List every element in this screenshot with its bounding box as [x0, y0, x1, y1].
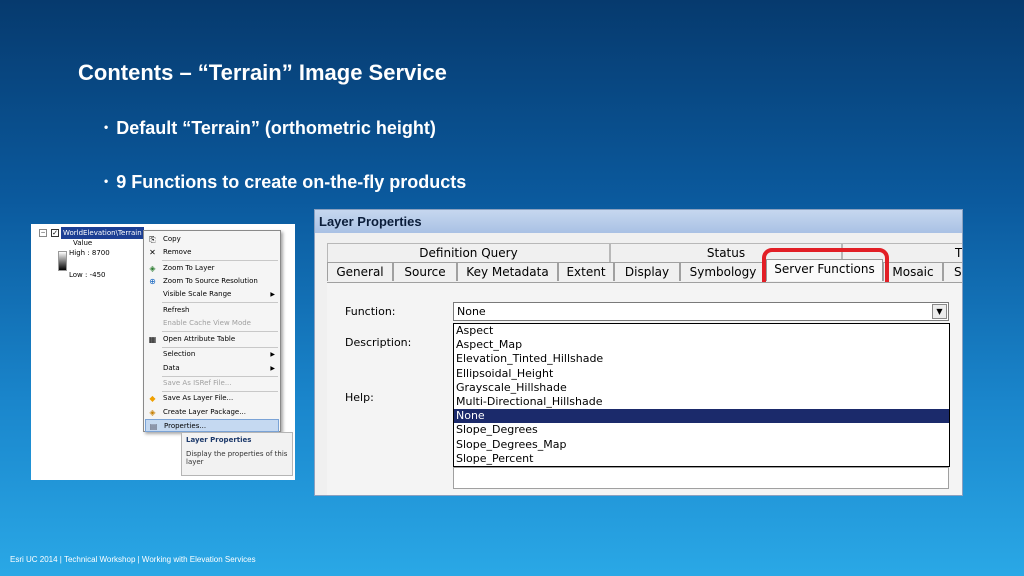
tab-mosaic[interactable]: Mosaic: [883, 262, 943, 281]
submenu-arrow-icon: ▶: [270, 291, 275, 298]
legend-color-ramp: [58, 251, 67, 271]
function-option[interactable]: Aspect_Map: [454, 338, 949, 352]
submenu-arrow-icon: ▶: [270, 351, 275, 358]
function-option[interactable]: Multi-Directional_Hillshade: [454, 395, 949, 409]
menu-separator: [162, 302, 278, 303]
package-icon: ◈: [149, 408, 156, 417]
layer-visibility-checkbox[interactable]: ✓: [51, 229, 59, 237]
tab-display[interactable]: Display: [614, 262, 680, 281]
help-label: Help:: [345, 391, 374, 404]
menu-item-visible-scale-range[interactable]: Visible Scale Range ▶: [145, 288, 279, 301]
tab-source[interactable]: Source: [393, 262, 457, 281]
bullet-text: Default “Terrain” (orthometric height): [116, 118, 436, 138]
properties-icon: ▤: [149, 422, 158, 431]
collapse-icon[interactable]: −: [39, 229, 47, 237]
menu-separator: [162, 331, 278, 332]
menu-item-label: Properties...: [164, 422, 207, 430]
tooltip: Layer Properties Display the properties …: [181, 432, 293, 476]
tooltip-text: Display the properties of this layer: [186, 450, 288, 466]
menu-item-zoom-to-layer[interactable]: ◈ Zoom To Layer: [145, 262, 279, 275]
menu-item-data[interactable]: Data ▶: [145, 362, 279, 375]
menu-item-label: Save As Layer File...: [163, 394, 234, 402]
menu-item-zoom-to-source-resolution[interactable]: ⊕ Zoom To Source Resolution: [145, 275, 279, 288]
bullet-dot: •: [104, 120, 109, 134]
tab-symbology[interactable]: Symbology: [680, 262, 766, 281]
menu-item-label: Save As ISRef File...: [163, 379, 232, 387]
function-option[interactable]: Slope_Degrees: [454, 423, 949, 437]
menu-item-label: Remove: [163, 248, 192, 256]
bullet-2: • 9 Functions to create on-the-fly produc…: [104, 172, 466, 193]
menu-item-label: Enable Cache View Mode: [163, 319, 251, 327]
tab-key-metadata[interactable]: Key Metadata: [457, 262, 558, 281]
function-option[interactable]: Aspect: [454, 324, 949, 338]
tooltip-title: Layer Properties: [186, 436, 252, 444]
function-options-list: Aspect Aspect_Map Elevation_Tinted_Hills…: [453, 323, 950, 467]
menu-item-save-as-isref: Save As ISRef File...: [145, 377, 279, 390]
menu-item-save-as-layer-file[interactable]: ◆ Save As Layer File...: [145, 392, 279, 405]
menu-item-copy[interactable]: ⎘ Copy: [145, 233, 279, 246]
slide-footer: Esri UC 2014 | Technical Workshop | Work…: [10, 555, 256, 564]
submenu-arrow-icon: ▶: [270, 365, 275, 372]
menu-item-remove[interactable]: ✕ Remove: [145, 246, 279, 259]
menu-item-label: Selection: [163, 350, 196, 358]
tab-overflow[interactable]: S: [943, 262, 962, 281]
layer-file-icon: ◆: [149, 394, 156, 403]
function-option[interactable]: Elevation_Tinted_Hillshade: [454, 352, 949, 366]
toc-layer-row[interactable]: − ✓ WorldElevation\Terrain: [39, 227, 144, 239]
bullet-text: 9 Functions to create on-the-fly product…: [116, 172, 467, 192]
menu-item-label: Data: [163, 364, 180, 372]
dialog-titlebar[interactable]: Layer Properties: [315, 210, 962, 233]
legend-low-label: Low : -450: [69, 271, 106, 279]
remove-icon: ✕: [149, 248, 156, 257]
menu-item-properties[interactable]: ▤ Properties...: [145, 419, 279, 432]
menu-item-enable-cache-view-mode: Enable Cache View Mode: [145, 317, 279, 330]
menu-item-label: Open Attribute Table: [163, 335, 236, 343]
legend-value-label: Value: [73, 239, 93, 247]
table-icon: ▦: [148, 335, 157, 344]
function-option-selected[interactable]: None: [454, 409, 949, 424]
help-text-box[interactable]: [453, 467, 949, 489]
toc-layer-name[interactable]: WorldElevation\Terrain: [61, 227, 144, 239]
menu-item-selection[interactable]: Selection ▶: [145, 348, 279, 361]
menu-item-label: Zoom To Source Resolution: [163, 277, 258, 285]
menu-item-label: Refresh: [163, 306, 190, 314]
function-option[interactable]: Slope_Degrees_Map: [454, 438, 949, 452]
menu-item-open-attribute-table[interactable]: ▦ Open Attribute Table: [145, 333, 279, 346]
menu-item-label: Create Layer Package...: [163, 408, 246, 416]
menu-item-label: Zoom To Layer: [163, 264, 215, 272]
copy-icon: ⎘: [149, 235, 156, 244]
slide-title: Contents – “Terrain” Image Service: [78, 60, 447, 85]
menu-item-label: Visible Scale Range: [163, 290, 232, 298]
function-option[interactable]: Ellipsoidal_Height: [454, 367, 949, 381]
function-dropdown-value: None: [457, 305, 486, 318]
menu-item-create-layer-package[interactable]: ◈ Create Layer Package...: [145, 406, 279, 419]
legend-high-label: High : 8700: [69, 249, 110, 257]
menu-item-refresh[interactable]: Refresh: [145, 304, 279, 317]
tab-general[interactable]: General: [327, 262, 393, 281]
context-menu: ⎘ Copy ✕ Remove ◈ Zoom To Layer ⊕ Zoom To So…: [143, 230, 281, 432]
menu-item-label: Copy: [163, 235, 181, 243]
function-option[interactable]: Slope_Percent: [454, 452, 949, 466]
function-option[interactable]: Grayscale_Hillshade: [454, 381, 949, 395]
layer-properties-dialog: Layer Properties Definition Query Status…: [314, 209, 963, 496]
menu-separator: [162, 260, 278, 261]
chevron-down-icon[interactable]: ▼: [932, 304, 947, 319]
function-label: Function:: [345, 305, 396, 318]
tab-extent[interactable]: Extent: [558, 262, 614, 281]
description-label: Description:: [345, 336, 412, 349]
tab-definition-query[interactable]: Definition Query: [327, 243, 610, 262]
bullet-dot: •: [104, 174, 109, 188]
bullet-1: • Default “Terrain” (orthometric height): [104, 118, 436, 139]
zoom-to-layer-icon: ◈: [149, 264, 156, 273]
zoom-resolution-icon: ⊕: [149, 277, 156, 286]
function-dropdown[interactable]: None ▼: [453, 302, 949, 321]
toc-screenshot: − ✓ WorldElevation\Terrain Value High : …: [31, 224, 295, 480]
